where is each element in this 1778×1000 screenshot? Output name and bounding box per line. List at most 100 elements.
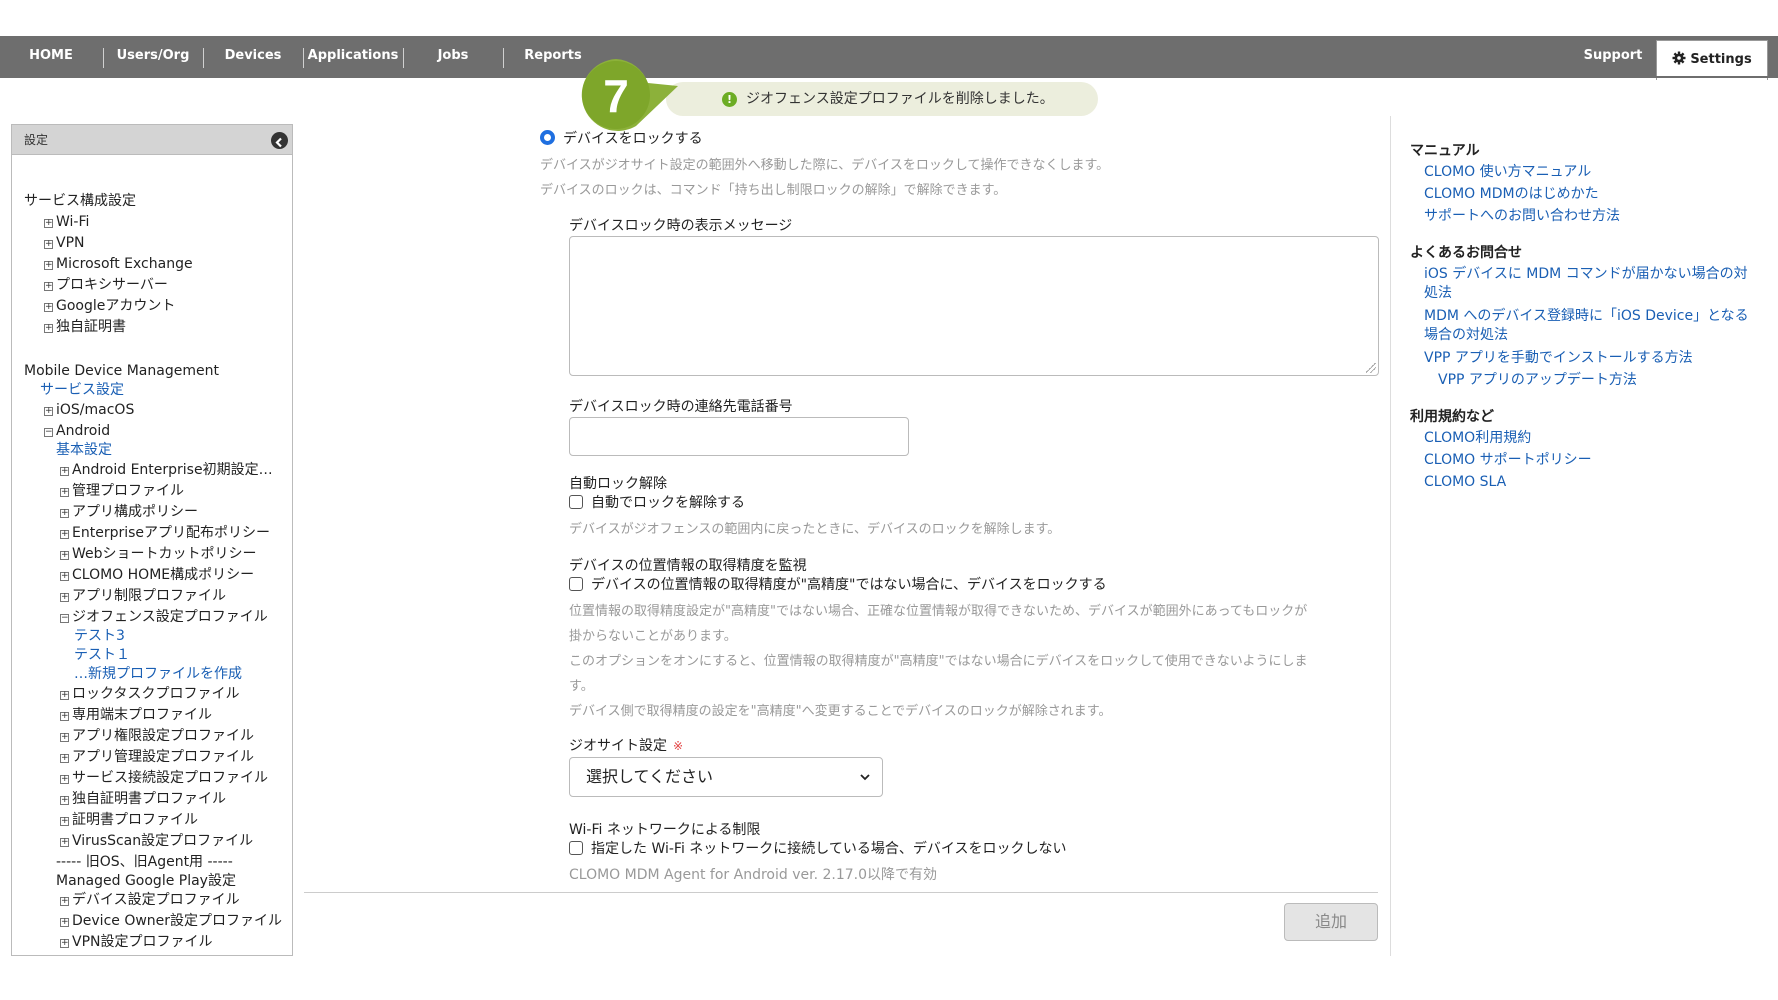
- accuracy-hint-2a: このオプションをオンにすると、位置情報の取得精度が"高精度"ではない場合にデバイ…: [569, 654, 1308, 669]
- link-faq-mdm-command[interactable]: iOS デバイスに MDM コマンドが届かない場合の対処法: [1424, 265, 1754, 303]
- tree-item-certificate[interactable]: + 独自証明書: [44, 317, 126, 337]
- tree-item-virusscan[interactable]: + VirusScan設定プロファイル: [60, 831, 253, 851]
- lock-phone-input[interactable]: [569, 417, 909, 456]
- nav-users-org[interactable]: Users/Org: [104, 36, 202, 76]
- tree-item-device-owner[interactable]: + Device Owner設定プロファイル: [60, 911, 282, 931]
- lock-hint-2: デバイスのロックは、コマンド「持ち出し制限ロックの解除」で解除できます。: [540, 183, 1007, 198]
- tree-item-android[interactable]: − Android: [44, 421, 110, 441]
- chevron-left-icon: [275, 137, 282, 148]
- chevron-down-icon: [860, 774, 870, 781]
- tree-geofence-create-new[interactable]: …新規プロファイルを作成: [74, 664, 242, 684]
- form-divider: [304, 892, 1378, 893]
- expand-icon: +: [60, 529, 69, 539]
- link-mdm-getting-started[interactable]: CLOMO MDMのはじめかた: [1424, 185, 1754, 204]
- expand-icon: +: [60, 896, 69, 906]
- tree-item-ios-macos[interactable]: + iOS/macOS: [44, 400, 134, 420]
- geosite-select-value: 選択してください: [586, 767, 714, 786]
- tree-service-settings[interactable]: サービス設定: [40, 380, 124, 400]
- resize-handle-icon[interactable]: [1366, 363, 1376, 373]
- tree-item-clomo-home[interactable]: + CLOMO HOME構成ポリシー: [60, 565, 254, 585]
- manual-heading: マニュアル: [1410, 143, 1480, 159]
- expand-icon: +: [44, 239, 53, 249]
- expand-icon: +: [60, 690, 69, 700]
- expand-icon: +: [44, 323, 53, 333]
- tree-item-enterprise-app[interactable]: + Enterpriseアプリ配布ポリシー: [60, 523, 270, 543]
- expand-icon: +: [60, 816, 69, 826]
- expand-icon: +: [60, 508, 69, 518]
- expand-icon: +: [44, 281, 53, 291]
- tree-item-managed-profile[interactable]: + 管理プロファイル: [60, 481, 184, 501]
- link-faq-vpp-install[interactable]: VPP アプリを手動でインストールする方法: [1424, 349, 1754, 368]
- link-faq-vpp-update[interactable]: VPP アプリのアップデート方法: [1438, 371, 1768, 390]
- step-number: 7: [603, 70, 629, 122]
- collapse-icon: −: [44, 427, 53, 437]
- tree-item-ae-setup[interactable]: + Android Enterprise初期設定…: [60, 460, 273, 480]
- accuracy-hint-3: デバイス側で取得精度の設定を"高精度"へ変更することでデバイスのロックが解除され…: [569, 704, 1112, 719]
- expand-icon: +: [60, 487, 69, 497]
- sidebar-header: 設定: [12, 125, 292, 155]
- tree-item-service-connection[interactable]: + サービス接続設定プロファイル: [60, 768, 268, 788]
- link-terms[interactable]: CLOMO利用規約: [1424, 429, 1754, 448]
- nav-settings-tab[interactable]: Settings: [1656, 40, 1768, 80]
- tree-item-own-certificate[interactable]: + 独自証明書プロファイル: [60, 789, 226, 809]
- toast-message: ジオフェンス設定プロファイルを削除しました。: [746, 91, 1054, 107]
- tree-item-device-settings[interactable]: + デバイス設定プロファイル: [60, 890, 240, 910]
- expand-icon: +: [60, 917, 69, 927]
- top-navigation: HOME Users/Org Devices Applications Jobs…: [0, 36, 1778, 80]
- lock-message-textarea[interactable]: [569, 236, 1379, 376]
- link-support-policy[interactable]: CLOMO サポートポリシー: [1424, 451, 1754, 470]
- tree-item-vpn-profile[interactable]: + VPN設定プロファイル: [60, 932, 213, 952]
- expand-icon: +: [44, 260, 53, 270]
- wifi-restriction-checkbox[interactable]: 指定した Wi-Fi ネットワークに接続している場合、デバイスをロックしない: [569, 839, 1066, 859]
- accuracy-checkbox[interactable]: デバイスの位置情報の取得精度が"高精度"ではない場合に、デバイスをロックする: [569, 575, 1107, 595]
- tree-item-wifi[interactable]: + Wi-Fi: [44, 212, 89, 232]
- notification-toast: ! ジオフェンス設定プロファイルを削除しました。: [666, 82, 1098, 116]
- link-faq-ios-device[interactable]: MDM へのデバイス登録時に「iOS Device」となる場合の対処法: [1424, 307, 1754, 345]
- tree-item-geofence[interactable]: − ジオフェンス設定プロファイル: [60, 607, 268, 627]
- tree-old-os-divider: ----- 旧OS、旧Agent用 -----: [56, 854, 233, 870]
- geosite-select[interactable]: 選択してください: [569, 757, 883, 797]
- tree-item-lock-task[interactable]: + ロックタスクプロファイル: [60, 684, 239, 704]
- tree-item-app-config[interactable]: + アプリ構成ポリシー: [60, 502, 198, 522]
- tree-item-google-account[interactable]: + Googleアカウント: [44, 296, 175, 316]
- settings-sidebar: 設定 サービス構成設定 + Wi-Fi + VPN + Microsoft Excha…: [11, 124, 293, 956]
- tree-item-app-restriction[interactable]: + アプリ制限プロファイル: [60, 586, 226, 606]
- tree-geofence-test3[interactable]: テスト3: [74, 626, 125, 646]
- lock-hint-1: デバイスがジオサイト設定の範囲外へ移動した際に、デバイスをロックして操作できなく…: [540, 158, 1110, 173]
- tree-item-dedicated-device[interactable]: + 専用端末プロファイル: [60, 705, 212, 725]
- tree-item-app-permission[interactable]: + アプリ権限設定プロファイル: [60, 726, 254, 746]
- settings-label: Settings: [1690, 52, 1752, 67]
- tree-item-web-shortcut[interactable]: + Webショートカットポリシー: [60, 544, 257, 564]
- link-support-contact[interactable]: サポートへのお問い合わせ方法: [1424, 207, 1754, 226]
- nav-home[interactable]: HOME: [10, 36, 92, 76]
- nav-support[interactable]: Support: [1566, 36, 1660, 76]
- expand-icon: +: [60, 550, 69, 560]
- tree-item-proxy[interactable]: + プロキシサーバー: [44, 275, 168, 295]
- tree-basic-settings[interactable]: 基本設定: [56, 440, 112, 460]
- collapse-sidebar-button[interactable]: [271, 132, 288, 149]
- tree-item-certificate-profile[interactable]: + 証明書プロファイル: [60, 810, 198, 830]
- expand-icon: +: [60, 753, 69, 763]
- tree-item-exchange[interactable]: + Microsoft Exchange: [44, 254, 193, 274]
- expand-icon: +: [60, 466, 69, 476]
- nav-applications[interactable]: Applications: [304, 36, 402, 76]
- wifi-hint: CLOMO MDM Agent for Android ver. 2.17.0以…: [569, 867, 937, 883]
- expand-icon: +: [60, 837, 69, 847]
- auto-unlock-checkbox[interactable]: 自動でロックを解除する: [569, 493, 745, 513]
- auto-unlock-label: 自動ロック解除: [569, 476, 667, 492]
- accuracy-label: デバイスの位置情報の取得精度を監視: [569, 558, 807, 574]
- nav-devices[interactable]: Devices: [204, 36, 302, 76]
- tree-geofence-test1[interactable]: テスト１: [74, 645, 130, 665]
- lock-phone-label: デバイスロック時の連絡先電話番号: [569, 399, 793, 415]
- expand-icon: +: [60, 711, 69, 721]
- nav-underline: [0, 76, 1778, 78]
- lock-device-radio[interactable]: デバイスをロックする: [540, 129, 703, 149]
- nav-jobs[interactable]: Jobs: [404, 36, 502, 76]
- expand-icon: +: [60, 571, 69, 581]
- link-sla[interactable]: CLOMO SLA: [1424, 473, 1754, 492]
- tree-item-app-management[interactable]: + アプリ管理設定プロファイル: [60, 747, 254, 767]
- link-clomo-manual[interactable]: CLOMO 使い方マニュアル: [1424, 163, 1754, 182]
- tree-item-vpn[interactable]: + VPN: [44, 233, 85, 253]
- add-button[interactable]: 追加: [1284, 903, 1378, 941]
- terms-heading: 利用規約など: [1410, 409, 1494, 425]
